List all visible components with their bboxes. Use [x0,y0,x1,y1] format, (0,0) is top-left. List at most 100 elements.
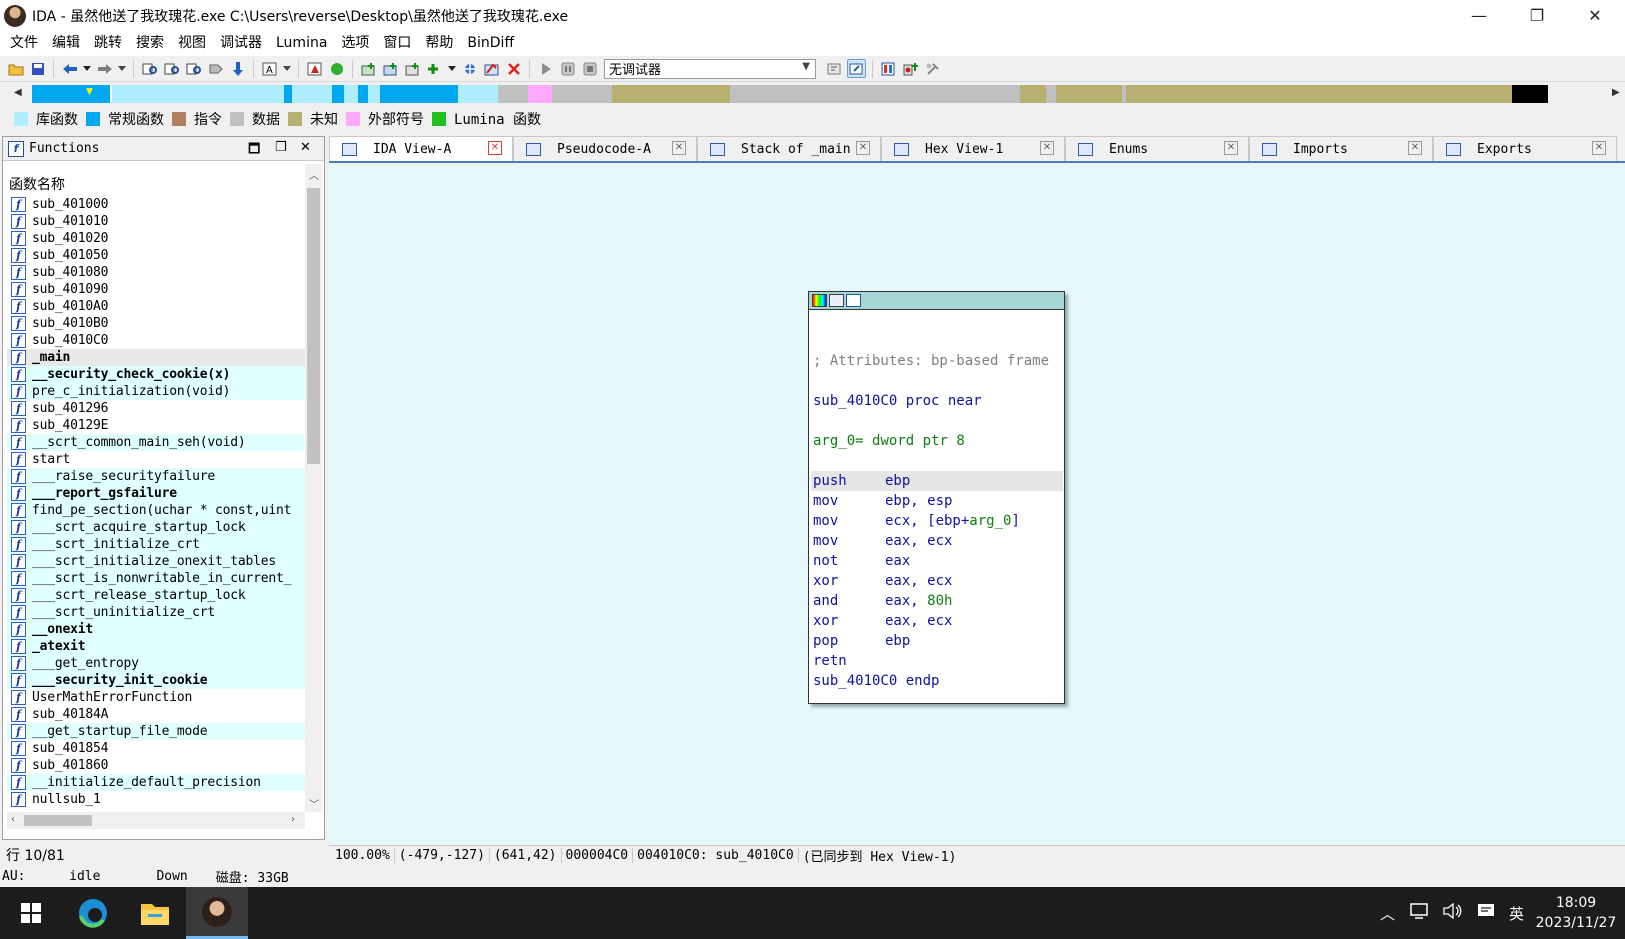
attach-process-icon[interactable] [825,59,844,78]
forward-dropdown-icon[interactable] [117,59,127,78]
ime-indicator[interactable]: 英 [1509,903,1524,924]
tab-stack-of-main[interactable]: Stack of _main ✕ [697,136,881,161]
scroll-right-icon[interactable]: › [291,814,295,825]
back-dropdown-icon[interactable] [82,59,92,78]
function-list-item[interactable]: f sub_401000 [7,196,305,213]
tab-close-icon[interactable]: ✕ [488,141,502,155]
notification-icon[interactable] [1477,903,1495,923]
menu-edit[interactable]: 编辑 [45,31,87,56]
tab-enums[interactable]: Enums ✕ [1065,136,1249,161]
tab-close-icon[interactable]: ✕ [1224,141,1238,155]
plugin-icon[interactable] [460,59,479,78]
menu-debugger[interactable]: 调试器 [213,31,269,56]
add-item-icon[interactable] [425,59,444,78]
search-text-icon[interactable] [140,59,159,78]
tab-exports[interactable]: Exports ✕ [1433,136,1617,161]
taskbar-clock[interactable]: 18:09 2023/11/27 [1530,893,1622,933]
function-list-item[interactable]: f ___scrt_initialize_onexit_tables [7,553,305,570]
tab-close-icon[interactable]: ✕ [672,141,686,155]
stop-debugger-icon[interactable] [580,59,599,78]
node-group-icon[interactable] [846,294,861,307]
menu-help[interactable]: 帮助 [418,31,460,56]
ida-graph-view[interactable]: ; Attributes: bp-based frame sub_4010C0 … [329,161,1625,845]
instruction-line[interactable]: push ebp [811,471,1063,491]
instruction-line[interactable]: pop ebp [811,631,1063,651]
function-list-item[interactable]: f sub_4010C0 [7,332,305,349]
sync-view-icon[interactable] [847,59,866,78]
text-mode-dropdown-icon[interactable] [282,59,292,78]
tab-ida-view-a[interactable]: IDA View-A ✕ [329,136,513,161]
functions-horizontal-scrollbar[interactable]: ‹ › [7,812,305,829]
debugger-select[interactable]: 无调试器 ▼ [604,58,816,79]
instruction-line[interactable]: mov ebp, esp [811,491,1063,511]
tab-close-icon[interactable]: ✕ [856,141,870,155]
maximize-button[interactable]: ❐ [1508,0,1566,31]
function-list-item[interactable]: f ___raise_securityfailure [7,468,305,485]
instruction-line[interactable]: xor eax, ecx [811,611,1063,631]
forward-arrow-icon[interactable] [95,59,114,78]
add-enum-icon[interactable] [403,59,422,78]
node-color-icon[interactable] [812,294,827,307]
instruction-line[interactable]: retn [811,651,1063,671]
function-list-item[interactable]: f __scrt_common_main_seh(void) [7,434,305,451]
tools-icon[interactable] [923,59,942,78]
function-list-item[interactable]: f ___scrt_release_startup_lock [7,587,305,604]
panel-close-icon[interactable]: ✕ [300,140,311,155]
tab-pseudocode-a[interactable]: Pseudocode-A ✕ [513,136,697,161]
file-explorer-icon[interactable] [124,887,186,939]
instruction-line[interactable]: not eax [811,551,1063,571]
pause-debugger-icon[interactable] [558,59,577,78]
tab-close-icon[interactable]: ✕ [1040,141,1054,155]
graph-overview-icon[interactable] [305,59,324,78]
instruction-line[interactable]: and eax, 80h [811,591,1063,611]
node-rename-icon[interactable] [829,294,844,307]
menu-window[interactable]: 窗口 [376,31,418,56]
function-list-item[interactable]: f __security_check_cookie(x) [7,366,305,383]
search-direction[interactable]: Down [156,869,187,884]
function-list-item[interactable]: f sub_401010 [7,213,305,230]
function-list-item[interactable]: f sub_401296 [7,400,305,417]
function-list-item[interactable]: f ___scrt_is_nonwritable_in_current_ [7,570,305,587]
menu-search[interactable]: 搜索 [129,31,171,56]
column-header-function-name[interactable]: 函数名称 [9,174,65,194]
scroll-up-icon[interactable]: ︿ [309,167,319,182]
function-list-item[interactable]: f ___security_init_cookie [7,672,305,689]
menu-lumina[interactable]: Lumina [269,31,334,56]
search-binary-icon[interactable] [162,59,181,78]
function-list-item[interactable]: f find_pe_section(uchar * const,uint [7,502,305,519]
jump-down-icon[interactable] [228,59,247,78]
scrollbar-thumb[interactable] [307,188,320,464]
add-item-dropdown-icon[interactable] [447,59,457,78]
function-list-item[interactable]: f sub_401050 [7,247,305,264]
function-list-item[interactable]: f pre_c_initialization(void) [7,383,305,400]
text-mode-icon[interactable]: A [260,59,279,78]
scrollbar-thumb[interactable] [24,815,92,826]
function-list-item[interactable]: f ___scrt_initialize_crt [7,536,305,553]
search-sequence-icon[interactable] [206,59,225,78]
function-list-item[interactable]: f sub_4010B0 [7,315,305,332]
search-immediate-icon[interactable] [184,59,203,78]
functions-vertical-scrollbar[interactable]: ︿ ﹀ [305,164,322,812]
function-list-item[interactable]: f sub_40129E [7,417,305,434]
run-debugger-icon[interactable] [536,59,555,78]
instruction-line[interactable]: mov ecx, [ebp+arg_0] [811,511,1063,531]
function-list-item[interactable]: f __onexit [7,621,305,638]
function-list-item[interactable]: f sub_4010A0 [7,298,305,315]
start-windows-icon[interactable] [0,887,62,939]
graph-node-sub_4010C0[interactable]: ; Attributes: bp-based frame sub_4010C0 … [808,291,1065,704]
function-list-item[interactable]: f __initialize_default_precision [7,774,305,791]
chevron-up-icon[interactable]: ︿ [1380,903,1395,924]
function-list-item[interactable]: f ___report_gsfailure [7,485,305,502]
create-function-icon[interactable] [359,59,378,78]
function-list-item[interactable]: f sub_401854 [7,740,305,757]
function-list-item[interactable]: f _main [7,349,305,366]
nav-strip[interactable]: ▼ [32,85,1610,103]
menu-view[interactable]: 视图 [171,31,213,56]
tab-close-icon[interactable]: ✕ [1592,141,1606,155]
navigation-band[interactable]: ◀ ▼ ▶ [0,82,1625,106]
breakpoint-list-icon[interactable] [901,59,920,78]
save-icon[interactable] [28,59,47,78]
open-folder-icon[interactable] [6,59,25,78]
tab-close-icon[interactable]: ✕ [1408,141,1422,155]
patch-icon[interactable] [482,59,501,78]
